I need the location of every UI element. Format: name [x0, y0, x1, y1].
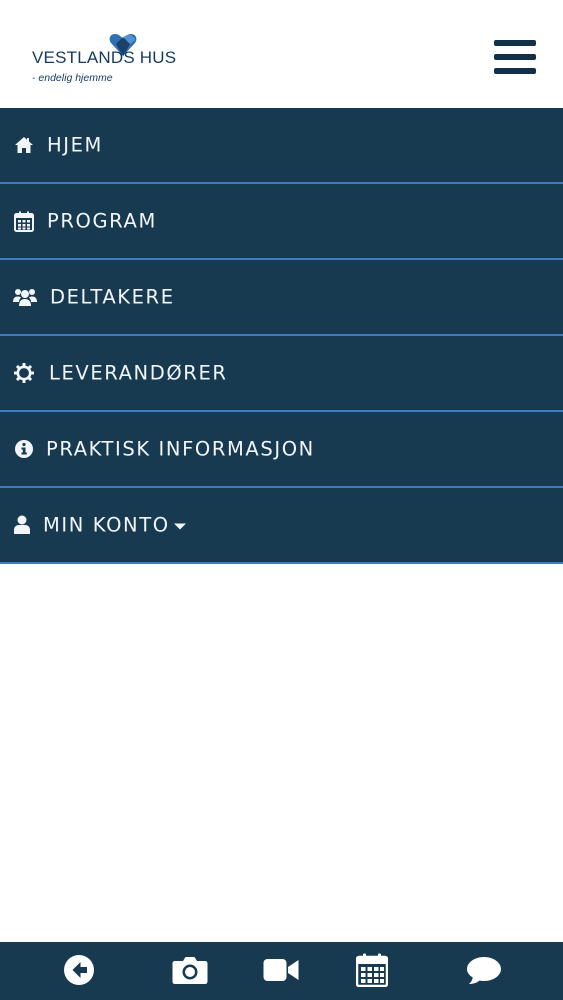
chat-bubble-icon[interactable]: [466, 952, 502, 988]
menu-label-program: PROGRAM: [47, 209, 157, 233]
video-camera-icon[interactable]: [263, 952, 299, 988]
logo-text: VESTLANDS HUS: [32, 48, 177, 67]
calendar-icon: [13, 210, 35, 232]
menu-item-leverandorer[interactable]: LEVERANDØRER: [0, 336, 563, 412]
info-icon: [13, 438, 35, 460]
logo[interactable]: VESTLANDS HUS - endelig hjemme: [32, 32, 176, 88]
menu-label-hjem: HJEM: [47, 133, 103, 157]
logo-tagline: - endelig hjemme: [32, 72, 113, 84]
menu-label-deltakere: DELTAKERE: [50, 285, 175, 309]
menu-item-deltakere[interactable]: DELTAKERE: [0, 260, 563, 336]
menu-item-praktisk-informasjon[interactable]: PRAKTISK INFORMASJON: [0, 412, 563, 488]
camera-icon[interactable]: [172, 952, 208, 988]
menu-label-praktisk-informasjon: PRAKTISK INFORMASJON: [46, 437, 315, 461]
nav-menu: HJEM PROGRAM DELTAKERE LEVERANDØRER PRAK…: [0, 108, 563, 564]
menu-label-min-konto: MIN KONTO: [43, 514, 186, 537]
user-icon: [11, 514, 33, 536]
back-arrow-icon[interactable]: [61, 952, 97, 988]
calendar-icon[interactable]: [354, 952, 390, 988]
home-icon: [13, 134, 35, 156]
hamburger-icon[interactable]: [494, 40, 536, 74]
app-screen: VESTLANDS HUS - endelig hjemme HJEM PROG…: [0, 0, 563, 1000]
users-icon: [13, 286, 37, 308]
caret-down-icon: [173, 523, 186, 529]
menu-item-hjem[interactable]: HJEM: [0, 108, 563, 184]
menu-label-leverandorer: LEVERANDØRER: [49, 361, 228, 385]
gear-icon: [13, 362, 35, 384]
menu-item-min-konto[interactable]: MIN KONTO: [0, 488, 563, 564]
menu-item-program[interactable]: PROGRAM: [0, 184, 563, 260]
bottom-toolbar: [0, 942, 563, 1000]
header: VESTLANDS HUS - endelig hjemme: [0, 0, 563, 108]
